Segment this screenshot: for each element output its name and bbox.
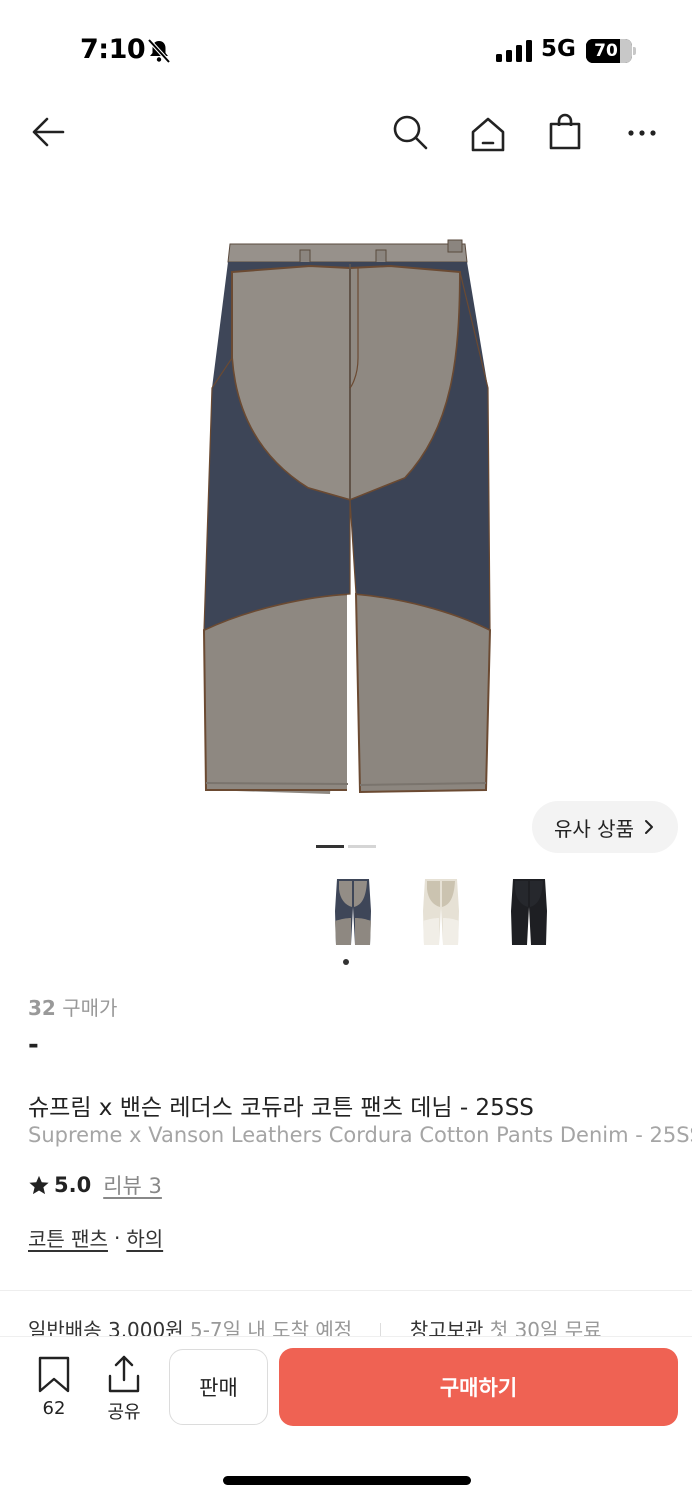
pager-indicator-2: [348, 845, 376, 848]
product-image[interactable]: [190, 238, 510, 798]
category-link-cotton-pants[interactable]: 코튼 팬츠: [28, 1223, 108, 1252]
signal-icon: [496, 40, 532, 62]
status-bar: 7:10 5G 70: [0, 0, 692, 100]
shipping-separator: [380, 1322, 382, 1336]
pants-black-icon: [511, 879, 547, 945]
bookmark-button[interactable]: 62: [32, 1356, 76, 1419]
color-thumbnails: [320, 872, 562, 952]
product-title-english: Supreme x Vanson Leathers Cordura Cotton…: [28, 1123, 692, 1147]
star-icon: [29, 1175, 49, 1195]
battery-icon: 70: [586, 39, 632, 63]
thumb-black[interactable]: [496, 872, 562, 952]
shopping-bag-icon: [549, 113, 581, 150]
bell-muted-icon: [147, 38, 171, 64]
product-title-korean: 슈프림 x 밴슨 레더스 코듀라 코튼 팬츠 데님 - 25SS: [28, 1095, 534, 1121]
rating-row: 5.0 리뷰 3: [28, 1170, 162, 1200]
buy-button[interactable]: 구매하기: [279, 1348, 678, 1426]
share-button[interactable]: 공유: [102, 1354, 146, 1424]
category-separator: ·: [113, 1225, 121, 1250]
category-breadcrumb: 코튼 팬츠 · 하의: [28, 1223, 163, 1252]
arrow-left-icon: [32, 117, 65, 147]
review-link[interactable]: 리뷰 3: [103, 1170, 162, 1200]
buyers-label: 구매가: [62, 996, 118, 1020]
cart-button[interactable]: [543, 110, 587, 154]
pants-cream-icon: [423, 879, 459, 945]
rating-value: 5.0: [54, 1173, 92, 1197]
status-time: 7:10: [80, 34, 146, 65]
similar-products-button[interactable]: 유사 상품: [532, 801, 678, 853]
shipping-eta: 5-7일 내 도착 예정: [189, 1318, 353, 1336]
section-divider: [0, 1290, 692, 1291]
bookmark-icon: [38, 1356, 70, 1393]
share-icon: [108, 1355, 140, 1393]
thumb-cream[interactable]: [408, 872, 474, 952]
similar-products-label: 유사 상품: [554, 816, 634, 841]
home-indicator[interactable]: [223, 1476, 471, 1485]
network-type: 5G: [541, 36, 576, 62]
category-link-bottoms[interactable]: 하의: [126, 1223, 163, 1252]
price: -: [28, 1030, 39, 1060]
selected-thumb-indicator: [343, 959, 349, 965]
chevron-right-icon: [644, 820, 653, 834]
sell-button[interactable]: 판매: [169, 1349, 268, 1425]
storage-label: 창고보관: [409, 1318, 484, 1336]
buyers-count: 32 구매가: [28, 992, 117, 1021]
home-button[interactable]: [466, 112, 510, 156]
search-icon: [393, 115, 428, 150]
more-horizontal-icon: [628, 130, 656, 136]
share-label: 공유: [107, 1402, 141, 1423]
pants-denim-icon: [335, 879, 371, 945]
thumb-denim[interactable]: [320, 872, 386, 952]
home-icon: [471, 117, 505, 152]
storage-detail: 첫 30일 무료: [489, 1318, 602, 1336]
battery-nub: [633, 47, 636, 55]
image-pager: [316, 845, 376, 848]
shipping-standard: 일반배송 3,000원: [28, 1318, 184, 1336]
shipping-row[interactable]: 일반배송 3,000원 5-7일 내 도착 예정 창고보관 첫 30일 무료: [28, 1314, 692, 1336]
pager-indicator-1: [316, 845, 344, 848]
search-button[interactable]: [388, 110, 432, 154]
battery-percent: 70: [594, 41, 618, 61]
bookmark-count: 62: [42, 1398, 66, 1419]
buyers-number: 32: [28, 996, 56, 1020]
back-button[interactable]: [26, 110, 70, 154]
more-button[interactable]: [620, 110, 664, 154]
